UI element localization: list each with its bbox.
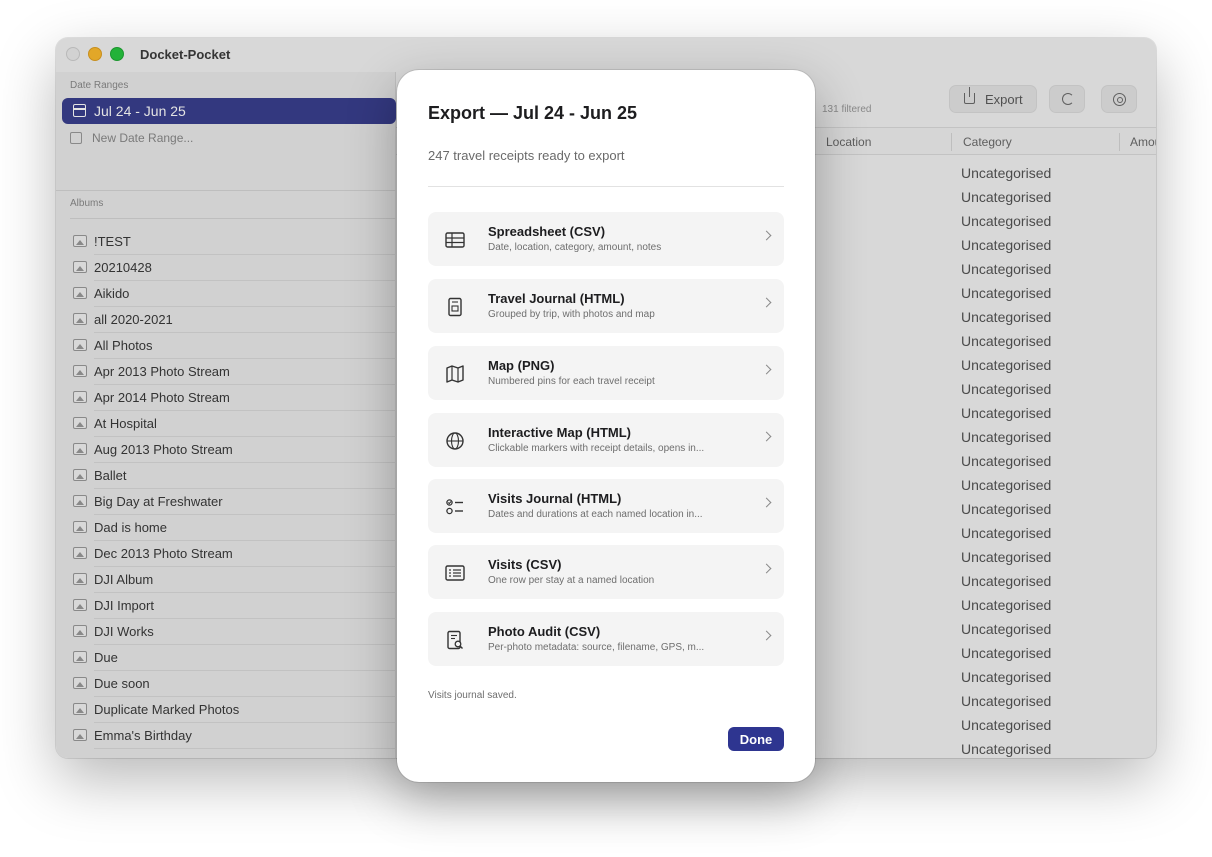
export-option-visits-csv[interactable]: Visits (CSV) One row per stay at a named…: [428, 545, 784, 599]
export-option-photo-audit-csv[interactable]: Photo Audit (CSV) Per-photo metadata: so…: [428, 612, 784, 666]
export-dialog: Export — Jul 24 - Jun 25 247 travel rece…: [397, 70, 815, 782]
chevron-right-icon: [761, 431, 772, 442]
status-message: Visits journal saved.: [428, 690, 517, 701]
document-search-icon: [447, 630, 463, 650]
option-title: Visits (CSV): [488, 557, 562, 572]
option-description: Grouped by trip, with photos and map: [488, 309, 655, 320]
dialog-title: Export — Jul 24 - Jun 25: [428, 103, 638, 123]
export-option-spreadsheet-csv[interactable]: Spreadsheet (CSV) Date, location, catego…: [428, 212, 784, 266]
option-title: Travel Journal (HTML): [488, 291, 625, 306]
chevron-right-icon: [761, 563, 772, 574]
globe-icon: [446, 432, 464, 450]
chevron-right-icon: [761, 230, 772, 241]
export-option-travel-journal-html[interactable]: Travel Journal (HTML) Grouped by trip, w…: [428, 279, 784, 333]
checklist-icon: [446, 499, 463, 515]
chevron-right-icon: [761, 364, 772, 375]
dialog-divider: [428, 186, 784, 187]
option-title: Visits Journal (HTML): [488, 491, 622, 506]
option-description: Date, location, category, amount, notes: [488, 242, 662, 253]
option-title: Photo Audit (CSV): [488, 624, 601, 639]
option-title: Interactive Map (HTML): [488, 425, 632, 440]
option-description: One row per stay at a named location: [488, 575, 655, 586]
list-icon: [445, 565, 465, 581]
map-icon: [446, 365, 464, 383]
export-option-interactive-map-html[interactable]: Interactive Map (HTML) Clickable markers…: [428, 413, 784, 467]
dialog-subtitle: 247 travel receipts ready to export: [428, 148, 625, 163]
done-button[interactable]: Done: [728, 727, 784, 751]
table-icon: [445, 232, 465, 248]
chevron-right-icon: [761, 630, 772, 641]
journal-icon: [448, 297, 462, 317]
option-description: Dates and durations at each named locati…: [488, 509, 703, 520]
option-description: Numbered pins for each travel receipt: [488, 376, 655, 387]
option-title: Spreadsheet (CSV): [488, 224, 606, 239]
export-option-visits-journal-html[interactable]: Visits Journal (HTML) Dates and duration…: [428, 479, 784, 533]
option-description: Clickable markers with receipt details, …: [488, 443, 705, 454]
export-option-map-png[interactable]: Map (PNG) Numbered pins for each travel …: [428, 346, 784, 400]
option-title: Map (PNG): [488, 358, 555, 373]
chevron-right-icon: [761, 297, 772, 308]
chevron-right-icon: [761, 497, 772, 508]
option-description: Per-photo metadata: source, filename, GP…: [488, 642, 705, 653]
